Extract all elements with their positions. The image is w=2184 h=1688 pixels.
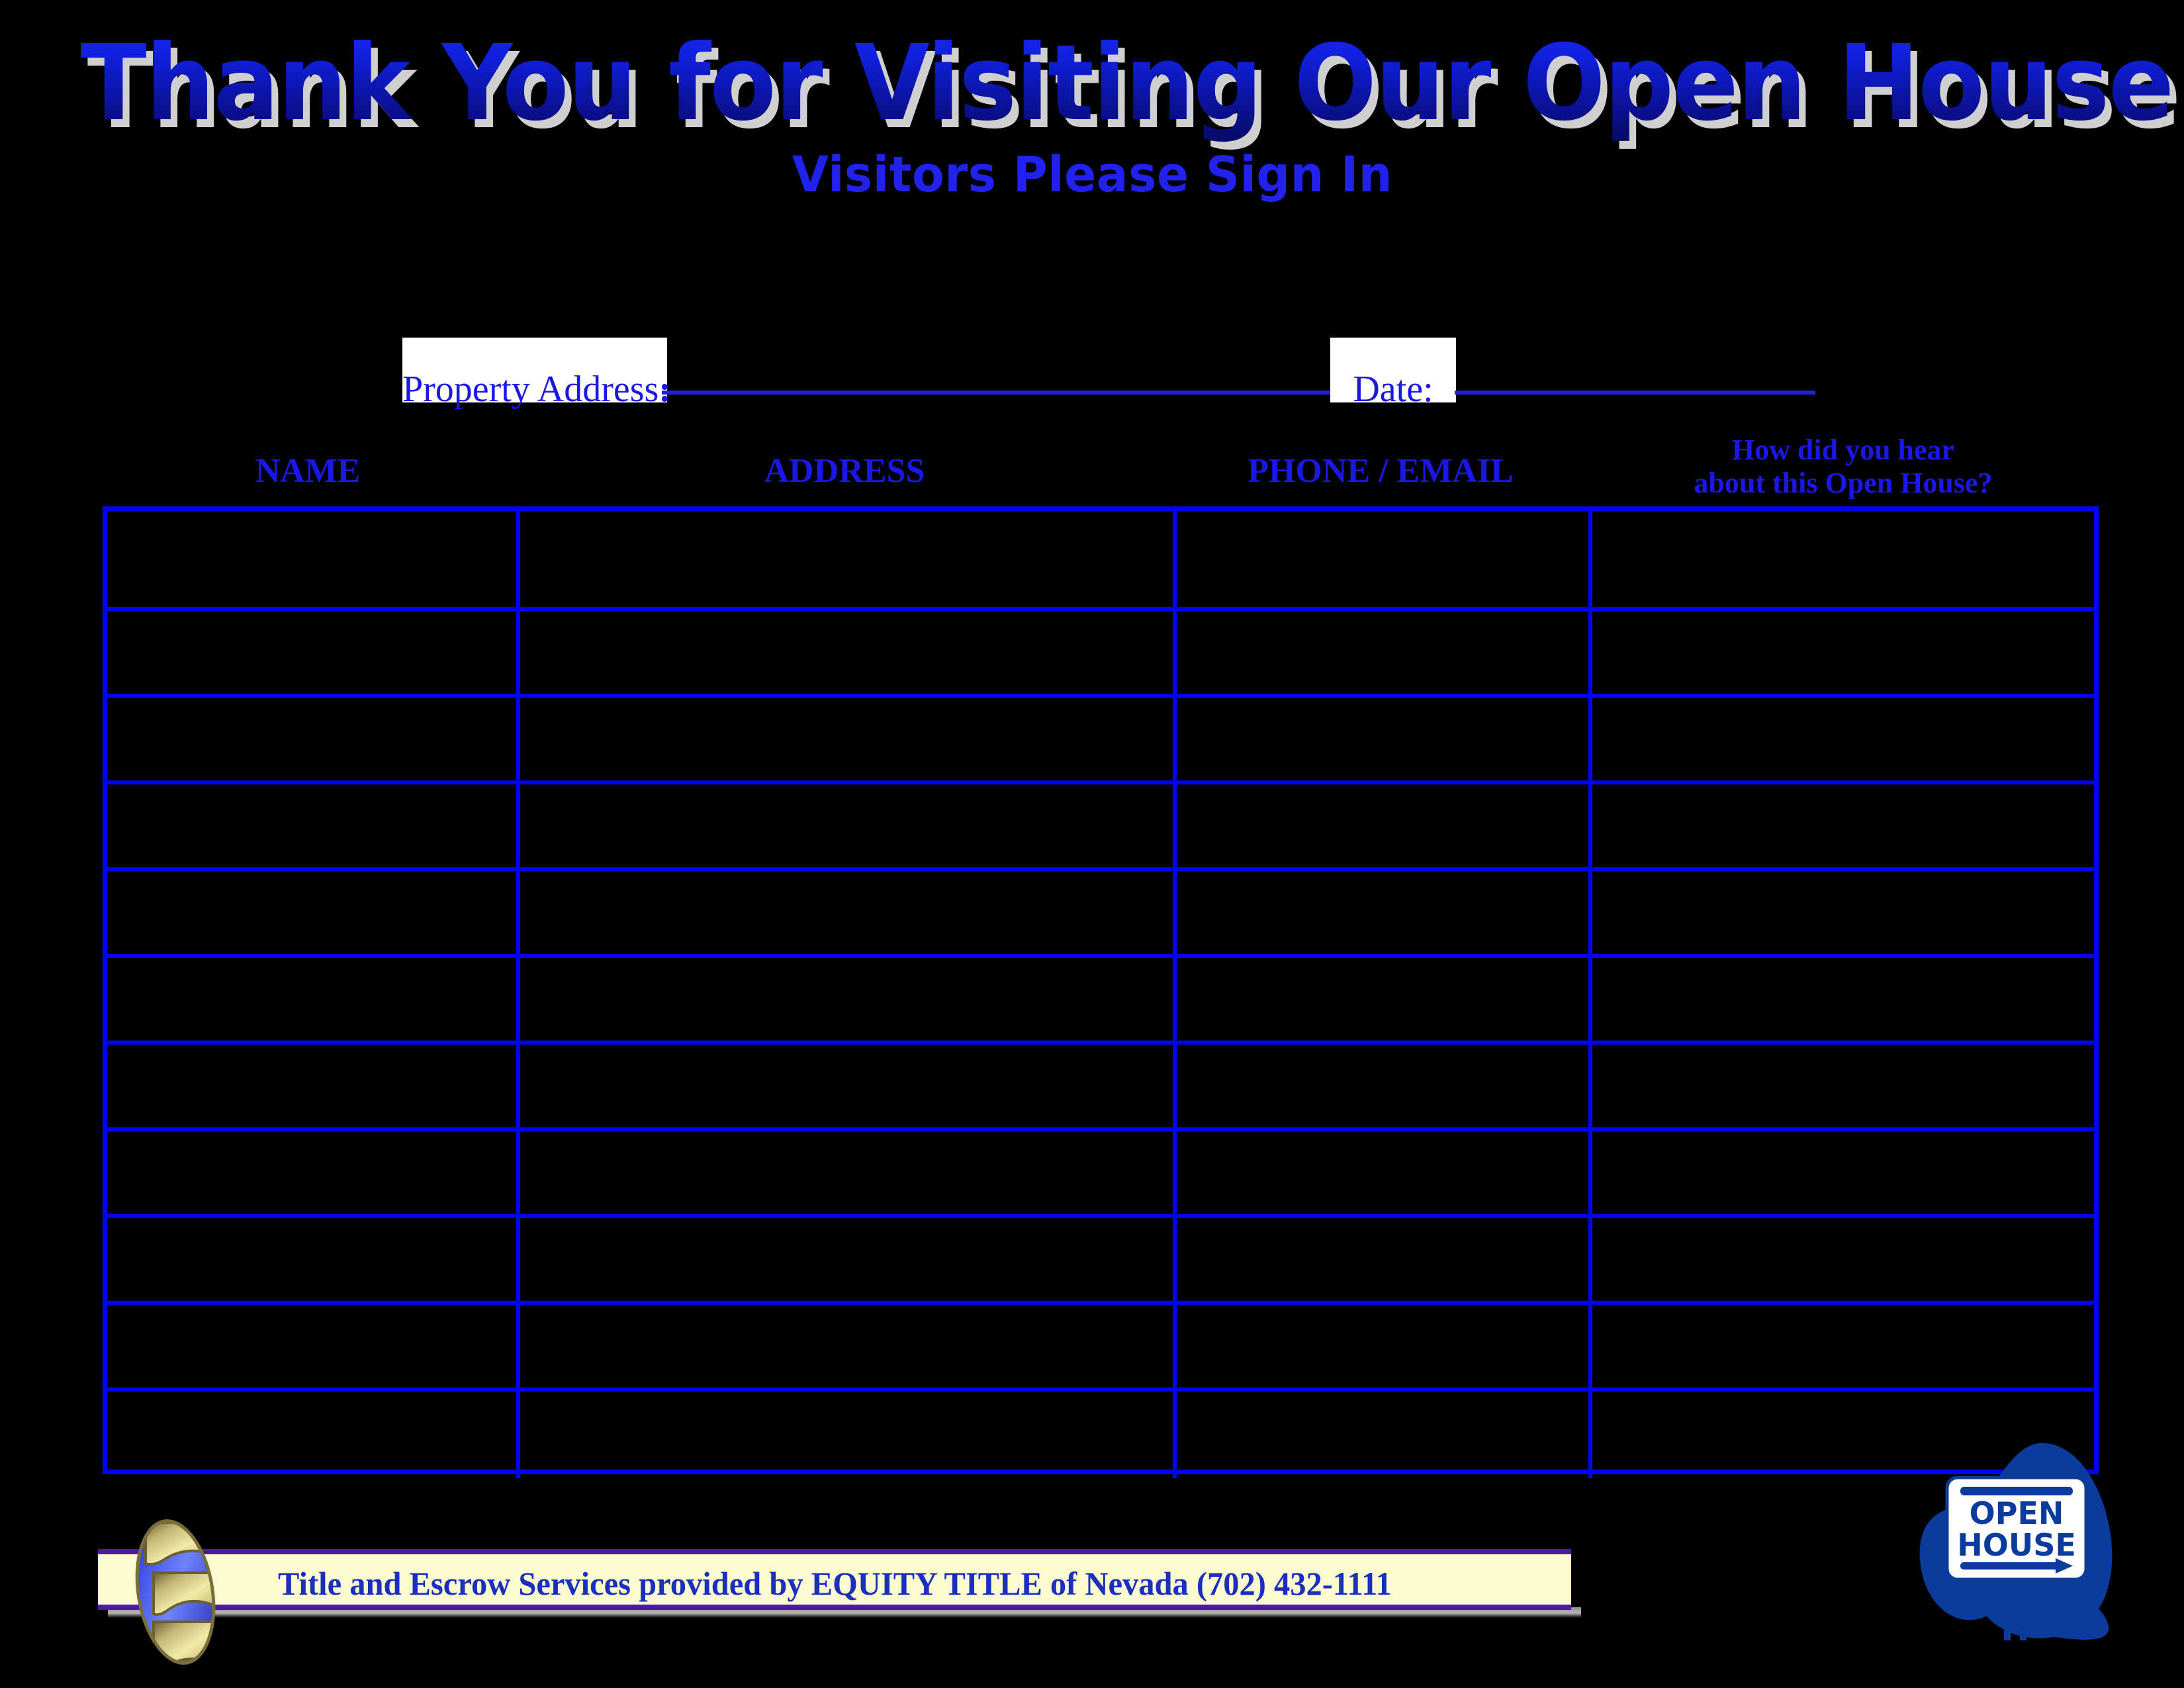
cell-name[interactable] [107,1391,520,1478]
footer-bar: Title and Escrow Services provided by EQ… [98,1549,1571,1610]
cell-address[interactable] [520,1218,1177,1301]
cell-name[interactable] [107,1045,520,1127]
subtitle-text: Visitors Please Sign In [792,146,1392,203]
meta-fields-row: Property Address: Date: [0,331,2184,410]
cell-name[interactable] [107,1131,520,1214]
date-input-line[interactable] [1455,391,1815,395]
sign-arrow-line [1960,1562,2060,1570]
table-row[interactable] [107,698,2094,784]
cell-address[interactable] [520,1131,1177,1214]
cell-name[interactable] [107,1305,520,1387]
cell-name[interactable] [107,511,520,607]
table-row[interactable] [107,871,2094,958]
title-face-layer: Thank You for Visiting Our Open House! [80,23,2184,144]
column-header-source-line1: How did you hear [1731,434,1955,466]
cell-source[interactable] [1592,1131,2094,1214]
cell-source[interactable] [1592,958,2094,1041]
cell-phone[interactable] [1177,1131,1592,1214]
cell-source[interactable] [1592,784,2094,867]
property-address-input-line[interactable] [662,391,1337,395]
cell-phone[interactable] [1177,784,1592,867]
table-row[interactable] [107,958,2094,1045]
cell-phone[interactable] [1177,1391,1592,1478]
visitor-signin-table [103,506,2099,1478]
property-address-colon: : [659,369,671,410]
date-label: Date: [1330,338,1456,410]
cell-source[interactable] [1592,511,2094,607]
cell-name[interactable] [107,958,520,1041]
cell-name[interactable] [107,611,520,694]
cell-phone[interactable] [1177,1305,1592,1387]
sign-line1: OPEN [1970,1495,2064,1531]
cell-address[interactable] [520,611,1177,694]
table-row[interactable] [107,1305,2094,1391]
cell-address[interactable] [520,698,1177,780]
column-header-source-line2: about this Open House? [1694,467,1993,499]
cell-phone[interactable] [1177,871,1592,954]
equity-title-logo [126,1516,225,1669]
table-row[interactable] [107,1218,2094,1305]
cell-address[interactable] [520,784,1177,867]
page-subtitle: Visitors Please Sign In [0,147,2184,203]
sign-post-right [2020,1574,2026,1640]
open-house-sign-graphic: OPEN HOUSE [1906,1423,2184,1688]
cell-phone[interactable] [1177,958,1592,1041]
open-house-sign-in-sheet: Thank You for Visiting Our Open House! T… [0,0,2184,1688]
cell-address[interactable] [520,1391,1177,1478]
cell-source[interactable] [1592,1305,2094,1387]
cell-address[interactable] [520,511,1177,607]
cell-phone[interactable] [1177,611,1592,694]
footer-text-wrap: Title and Escrow Services provided by EQ… [98,1565,1571,1602]
table-row[interactable] [107,611,2094,698]
column-header-how-did-you-hear: How did you hear about this Open House? [1588,434,2098,500]
column-header-phone-email: PHONE / EMAIL [1248,452,1514,490]
property-address-label: Property Address: [402,338,671,410]
cell-phone[interactable] [1177,1218,1592,1301]
cell-source[interactable] [1592,1218,2094,1301]
cell-name[interactable] [107,784,520,867]
cell-address[interactable] [520,958,1177,1041]
property-address-label-text: Property Address [402,369,659,410]
column-header-name: NAME [255,452,361,490]
table-column-headers: NAME ADDRESS PHONE / EMAIL How did you h… [99,427,2098,500]
cell-source[interactable] [1592,871,2094,954]
cell-phone[interactable] [1177,511,1592,607]
wordart-title: Thank You for Visiting Our Open House! T… [80,26,2184,148]
cell-source[interactable] [1592,611,2094,694]
footer-text: Title and Escrow Services provided by EQ… [277,1565,1392,1602]
page-title: Thank You for Visiting Our Open House! T… [0,26,2184,152]
column-header-address: ADDRESS [764,452,925,490]
table-row[interactable] [107,511,2094,611]
table-row[interactable] [107,1045,2094,1131]
cell-address[interactable] [520,871,1177,954]
date-label-text: Date: [1353,369,1433,410]
cell-address[interactable] [520,1305,1177,1387]
cell-name[interactable] [107,871,520,954]
sign-top-bar [1960,1487,2073,1495]
table-row[interactable] [107,1391,2094,1478]
cell-source[interactable] [1592,1045,2094,1127]
table-row[interactable] [107,1131,2094,1218]
cell-name[interactable] [107,1218,520,1301]
sign-line2: HOUSE [1957,1527,2076,1563]
sign-post-left [2004,1574,2011,1640]
cell-source[interactable] [1592,698,2094,780]
cell-phone[interactable] [1177,698,1592,780]
cell-phone[interactable] [1177,1045,1592,1127]
cell-name[interactable] [107,698,520,780]
cell-address[interactable] [520,1045,1177,1127]
table-row[interactable] [107,784,2094,871]
